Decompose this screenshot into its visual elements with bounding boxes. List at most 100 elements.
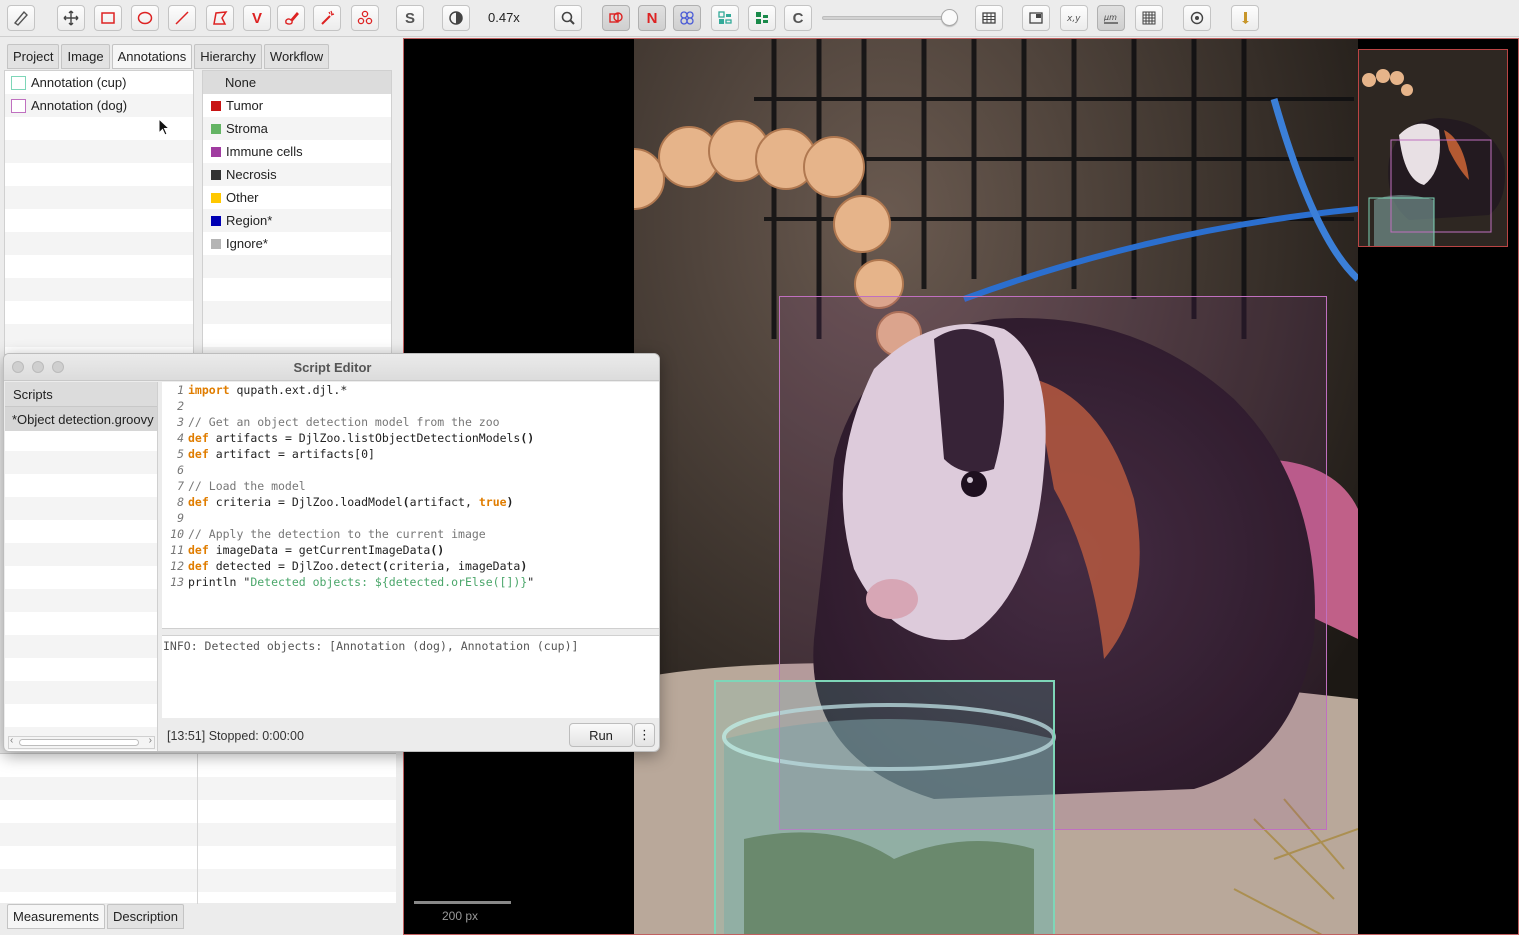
tab-annotations[interactable]: Annotations [111,44,193,69]
scroll-right-icon[interactable]: › [149,735,152,746]
class-item-stroma[interactable]: Stroma [203,117,391,140]
move-icon [63,10,79,26]
brush-tool-button[interactable] [7,5,35,31]
class-item-other[interactable]: Other [203,186,391,209]
scroll-left-icon[interactable]: ‹ [10,735,13,746]
run-options-icon[interactable]: ⋮ [634,723,655,747]
scrollbar-thumb[interactable] [19,739,139,746]
preferences-button[interactable] [1183,5,1211,31]
code-line: 3 // Get an object detection model from t… [162,415,500,431]
tab-description[interactable]: Description [106,904,185,929]
bottom-tabs: Measurements Description [7,904,185,929]
list-item[interactable]: Annotation (dog) [5,94,193,117]
class-item-ignore[interactable]: Ignore* [203,232,391,255]
keyword: def [188,495,209,509]
line-number: 10 [170,527,184,541]
scale-bar-label: 200 px [442,909,479,923]
class-item-necrosis[interactable]: Necrosis [203,163,391,186]
string-literal: Detected objects: ${detected.orElse([])} [250,575,528,589]
tma-icon [718,11,732,24]
wand-tool-button[interactable] [313,5,341,31]
script-item[interactable]: *Object detection.groovy [5,407,157,431]
class-color-swatch [211,123,221,134]
comment: // Apply the detection to the current im… [188,527,486,541]
comment: // Load the model [188,479,306,493]
show-tma-grid-button[interactable] [711,5,739,31]
code-text: artifacts = DjlZoo.listObjectDetectionMo… [208,431,521,445]
tab-hierarchy[interactable]: Hierarchy [194,44,262,69]
brightness-contrast-button[interactable] [442,5,470,31]
ellipse-tool-button[interactable] [131,5,159,31]
show-grid-button[interactable] [1135,5,1163,31]
polyline-tool-button[interactable]: V [243,5,271,31]
move-tool-button[interactable] [57,5,85,31]
points-tool-button[interactable] [351,5,379,31]
class-item-none[interactable]: None [203,71,391,94]
show-detections-button[interactable] [748,5,776,31]
class-color-swatch [211,192,221,203]
horizontal-scrollbar[interactable]: ‹ › [8,735,155,749]
class-list[interactable]: None Tumor Stroma Immune cells Necrosis … [202,70,392,355]
comment: // Get an object detection model from th… [188,415,500,429]
rectangle-tool-button[interactable] [94,5,122,31]
annotation-label: Annotation (cup) [31,75,127,90]
line-number: 12 [170,559,184,573]
log-button[interactable] [1231,5,1259,31]
show-scalebar-button[interactable]: μm [1097,5,1125,31]
show-annotations-button[interactable] [602,5,630,31]
tab-project[interactable]: Project [7,44,60,69]
grid-icon [1142,11,1156,25]
gear-icon [1190,11,1204,25]
class-color-swatch [211,169,221,180]
code-text: criteria = DjlZoo.loadModel [208,495,403,509]
show-cursor-location-button[interactable]: x,y [1060,5,1088,31]
class-item-region[interactable]: Region* [203,209,391,232]
column-divider [197,754,198,904]
class-label: Necrosis [226,167,277,182]
class-label: Ignore* [226,236,268,251]
zoom-to-fit-button[interactable] [554,5,582,31]
scripts-list[interactable]: Scripts *Object detection.groovy ‹ › [5,382,158,751]
fill-detections-button[interactable] [673,5,701,31]
tab-measurements[interactable]: Measurements [7,904,105,929]
class-item-immune-cells[interactable]: Immune cells [203,140,391,163]
opacity-slider-track[interactable] [822,16,954,20]
log-icon [1242,12,1249,24]
show-names-button[interactable]: N [638,5,666,31]
code-text: criteria, imageData [388,559,521,573]
line-number: 6 [177,463,184,477]
annotation-label: Annotation (dog) [31,98,128,113]
class-item-tumor[interactable]: Tumor [203,94,391,117]
script-editor-titlebar[interactable]: Script Editor [4,354,659,381]
wand-icon [321,10,335,25]
show-connections-button[interactable]: C [784,5,812,31]
line-number: 13 [170,575,184,589]
line-icon [175,11,189,25]
show-overview-button[interactable] [1022,5,1050,31]
class-color-swatch [211,238,221,249]
line-tool-button[interactable] [168,5,196,31]
magnifier-icon [561,11,575,25]
keyword: def [188,543,209,557]
code-editor[interactable]: 1 import qupath.ext.djl.* 2 3 // Get an ob… [162,382,659,629]
selection-mode-button[interactable]: S [396,5,424,31]
console-output[interactable]: INFO: Detected objects: [Annotation (dog… [162,635,659,718]
tab-workflow[interactable]: Workflow [263,44,330,69]
measurement-table-button[interactable] [975,5,1003,31]
polygon-tool-button[interactable] [206,5,234,31]
measurement-table [0,753,396,904]
run-button[interactable]: Run [569,723,633,747]
annotation-list[interactable]: Annotation (cup) Annotation (dog) [4,70,194,355]
script-editor-window: Script Editor Scripts *Object detection.… [3,353,660,752]
opacity-slider-thumb[interactable] [941,9,958,26]
tab-image[interactable]: Image [61,44,110,69]
thumbnail-image [1359,50,1507,246]
paren: ) [520,559,528,573]
brush-annotation-tool-button[interactable] [277,5,305,31]
overview-thumbnail[interactable] [1358,49,1508,247]
paren: () [430,543,445,557]
list-item[interactable]: Annotation (cup) [5,71,193,94]
keyword: import [188,383,230,397]
annotation-box-cup[interactable] [714,680,1055,934]
line-number: 1 [177,383,184,397]
